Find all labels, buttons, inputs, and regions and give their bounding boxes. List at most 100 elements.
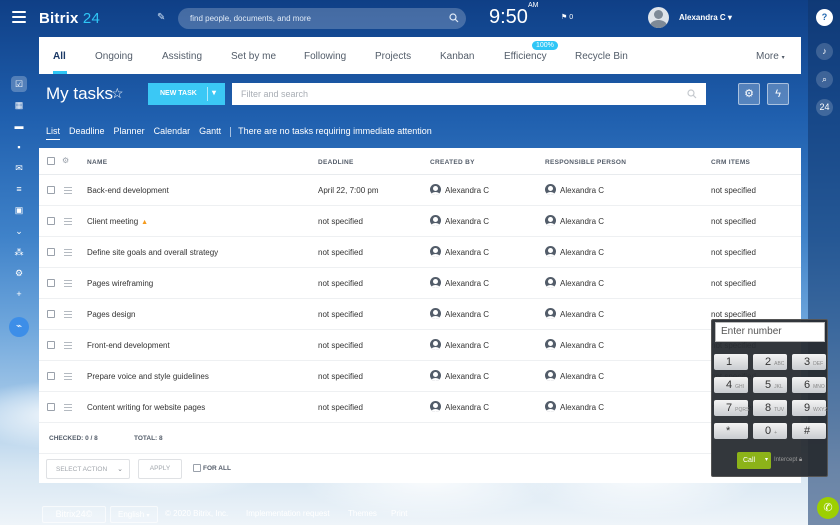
new-task-button[interactable]: NEW TASK ▾ (148, 83, 225, 105)
dial-key[interactable]: 7 PQRS (714, 400, 749, 416)
tab-all[interactable]: All (53, 51, 66, 62)
column-name[interactable]: NAME (87, 159, 107, 166)
apply-button[interactable]: APPLY (138, 459, 182, 479)
view-gantt[interactable]: Gantt (199, 126, 221, 136)
column-settings-gear-icon[interactable]: ⚙ (62, 156, 69, 165)
user-avatar[interactable] (648, 7, 669, 28)
tab-kanban[interactable]: Kanban (440, 51, 474, 62)
tab-following[interactable]: Following (304, 51, 346, 62)
task-name-link[interactable]: Client meeting ▲ (87, 217, 148, 226)
column-crm-items[interactable]: CRM ITEMS (711, 159, 750, 166)
drag-handle-icon[interactable] (64, 280, 72, 289)
task-name-link[interactable]: Back-end development (87, 186, 169, 195)
task-deadline[interactable]: April 22, 7:00 pm (318, 186, 378, 195)
tab-set-by-me[interactable]: Set by me (231, 51, 276, 62)
drag-handle-icon[interactable] (64, 311, 72, 320)
global-search-input[interactable]: find people, documents, and more (178, 8, 466, 29)
counter-badge[interactable]: 24 (816, 99, 833, 116)
footer-logo[interactable]: Bitrix24© (42, 506, 106, 523)
help-icon[interactable]: ? (816, 9, 833, 26)
automation-bolt-button[interactable]: ϟ (767, 83, 789, 105)
tasks-icon[interactable]: ☑ (13, 78, 25, 90)
filter-search-input[interactable]: Filter and search (232, 83, 706, 105)
chat-icon[interactable]: ▪ (13, 141, 25, 153)
row-checkbox[interactable] (47, 341, 55, 349)
drive-icon[interactable]: ▬ (13, 120, 25, 132)
tab-efficiency[interactable]: Efficiency (504, 51, 547, 62)
task-deadline[interactable]: not specified (318, 310, 363, 319)
contacts-icon[interactable]: ▣ (13, 204, 25, 216)
table-row[interactable]: Client meeting ▲ not specified Alexandra C A… (39, 206, 801, 237)
task-deadline[interactable]: not specified (318, 403, 363, 412)
dial-key[interactable]: 6 MNO (792, 377, 826, 393)
drag-handle-icon[interactable] (64, 249, 72, 258)
task-name-link[interactable]: Content writing for website pages (87, 403, 205, 412)
drag-handle-icon[interactable] (64, 187, 72, 196)
table-row[interactable]: Back-end development April 22, 7:00 pm Ale… (39, 175, 801, 206)
add-icon[interactable]: + (13, 288, 25, 300)
search-icon[interactable]: ⌕ (816, 71, 833, 88)
phone-number-input[interactable]: Enter number (715, 322, 825, 342)
column-created-by[interactable]: CREATED BY (430, 159, 475, 166)
call-dropdown-icon[interactable]: ▾ (765, 452, 768, 469)
drag-handle-icon[interactable] (64, 342, 72, 351)
new-task-dropdown-icon[interactable]: ▾ (212, 88, 216, 97)
settings-gear-button[interactable]: ⚙ (738, 83, 760, 105)
dial-key[interactable]: 2 ABC (753, 354, 787, 370)
view-list[interactable]: List (46, 126, 61, 140)
tab-ongoing[interactable]: Ongoing (95, 51, 133, 62)
themes-link[interactable]: Themes (348, 509, 377, 518)
tab-more[interactable]: More ▾ (756, 51, 785, 62)
clock[interactable]: 9:50AM (489, 2, 538, 29)
row-checkbox[interactable] (47, 372, 55, 380)
table-row[interactable]: Front-end development not specified Alexan… (39, 330, 801, 361)
intercept-link[interactable]: Intercept 🔒︎ (774, 457, 802, 464)
table-row[interactable]: Prepare voice and style guidelines not sp… (39, 361, 801, 392)
task-name-link[interactable]: Front-end development (87, 341, 170, 350)
tab-assisting[interactable]: Assisting (162, 51, 202, 62)
row-checkbox[interactable] (47, 248, 55, 256)
for-all-checkbox[interactable] (193, 464, 201, 472)
task-deadline[interactable]: not specified (318, 248, 363, 257)
dial-key[interactable]: 0 + (753, 423, 787, 439)
dial-key[interactable]: 9 WXYZ (792, 400, 828, 416)
dial-key[interactable]: 8 TUV (753, 400, 787, 416)
implementation-request-link[interactable]: Implementation request (246, 509, 330, 518)
task-deadline[interactable]: not specified (318, 341, 363, 350)
settings-icon[interactable]: ⚙ (13, 267, 25, 279)
row-checkbox[interactable] (47, 403, 55, 411)
filter-icon[interactable]: ≡ (13, 183, 25, 195)
task-deadline[interactable]: not specified (318, 372, 363, 381)
dial-key[interactable]: 1 (714, 354, 748, 370)
task-name-link[interactable]: Pages wireframing (87, 279, 153, 288)
tab-projects[interactable]: Projects (375, 51, 411, 62)
row-checkbox[interactable] (47, 310, 55, 318)
menu-icon[interactable] (12, 11, 26, 23)
drag-handle-icon[interactable] (64, 404, 72, 413)
drag-handle-icon[interactable] (64, 218, 72, 227)
task-name-link[interactable]: Pages design (87, 310, 135, 319)
dial-key[interactable]: 5 JKL (753, 377, 787, 393)
column-responsible[interactable]: RESPONSIBLE PERSON (545, 159, 626, 166)
dial-key[interactable]: 4 GHI (714, 377, 748, 393)
app-logo[interactable]: Bitrix 24 (39, 10, 100, 27)
drag-handle-icon[interactable] (64, 373, 72, 382)
structure-icon[interactable]: ⁂ (13, 246, 25, 258)
select-action-dropdown[interactable]: SELECT ACTION ⌄ (46, 459, 130, 479)
favorite-star-icon[interactable]: ☆ (111, 85, 124, 102)
view-planner[interactable]: Planner (114, 126, 145, 136)
call-button[interactable]: Call ▾ (737, 452, 771, 469)
view-calendar[interactable]: Calendar (154, 126, 191, 136)
dial-key[interactable]: * (714, 423, 748, 439)
select-all-checkbox[interactable] (47, 157, 55, 165)
dial-key[interactable]: # (792, 423, 826, 439)
table-row[interactable]: Define site goals and overall strategy no… (39, 237, 801, 268)
print-link[interactable]: Print (391, 509, 407, 518)
column-deadline[interactable]: DEADLINE (318, 159, 354, 166)
tab-recycle-bin[interactable]: Recycle Bin (575, 51, 628, 62)
row-checkbox[interactable] (47, 279, 55, 287)
row-checkbox[interactable] (47, 186, 55, 194)
user-menu[interactable]: Alexandra C ▾ (679, 13, 732, 22)
search-icon[interactable] (687, 89, 697, 99)
view-deadline[interactable]: Deadline (69, 126, 105, 136)
